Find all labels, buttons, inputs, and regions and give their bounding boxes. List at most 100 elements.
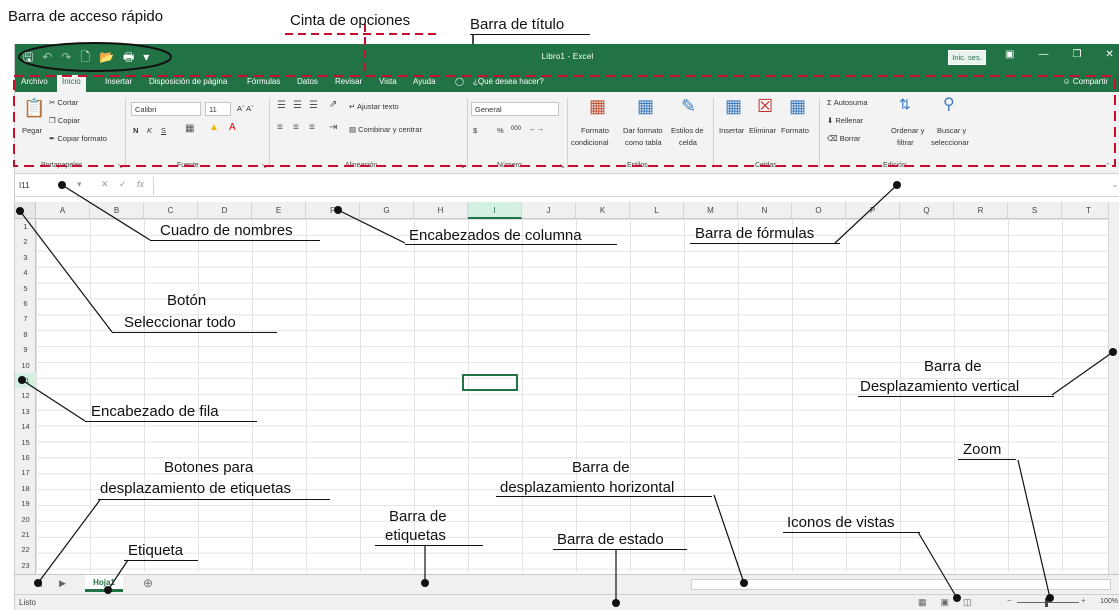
- row-header[interactable]: 15: [15, 435, 36, 450]
- delete-cells-icon[interactable]: ☒: [757, 96, 773, 117]
- borders-icon[interactable]: ▦: [185, 123, 194, 134]
- column-header[interactable]: F: [306, 202, 360, 219]
- font-name-select[interactable]: Calibri: [131, 102, 201, 116]
- dialog-launcher-icon[interactable]: ↘: [559, 162, 565, 170]
- find-select-icon[interactable]: ⚲: [943, 94, 955, 114]
- format-painter-button[interactable]: ✒ Copiar formato: [49, 134, 107, 143]
- formula-input[interactable]: [153, 177, 1108, 195]
- zoom-out-icon[interactable]: −: [1007, 596, 1012, 605]
- cell-styles-line1[interactable]: Estilos de: [671, 126, 704, 135]
- column-header[interactable]: A: [36, 202, 90, 219]
- delete-cells-button[interactable]: Eliminar: [749, 126, 776, 135]
- column-header[interactable]: R: [954, 202, 1008, 219]
- percent-button[interactable]: %: [497, 126, 504, 135]
- restore-icon[interactable]: ❐: [1072, 49, 1081, 60]
- find-select-line1[interactable]: Buscar y: [937, 126, 966, 135]
- tab-archivo[interactable]: Archivo: [21, 77, 48, 86]
- row-header[interactable]: 16: [15, 450, 36, 465]
- row-header[interactable]: 23: [15, 558, 36, 573]
- column-header[interactable]: Q: [900, 202, 954, 219]
- select-all-button[interactable]: [15, 202, 36, 219]
- column-header[interactable]: B: [90, 202, 144, 219]
- zoom-thumb[interactable]: [1045, 598, 1048, 607]
- format-cells-button[interactable]: Formato: [781, 126, 809, 135]
- grow-font-icon[interactable]: Aˆ Aˇ: [237, 104, 254, 113]
- bold-button[interactable]: N: [133, 126, 138, 135]
- align-left-icon[interactable]: ≡: [277, 122, 283, 133]
- currency-button[interactable]: $: [473, 126, 477, 135]
- conditional-format-line1[interactable]: Formato: [581, 126, 609, 135]
- scroll-tabs-right-icon[interactable]: ▶: [59, 578, 66, 589]
- add-sheet-icon[interactable]: ⊕: [143, 576, 153, 590]
- column-header[interactable]: S: [1008, 202, 1062, 219]
- row-header[interactable]: 20: [15, 512, 36, 527]
- italic-button[interactable]: K: [147, 126, 152, 135]
- sheet-tab[interactable]: Hoja1: [85, 575, 123, 592]
- row-header[interactable]: 12: [15, 388, 36, 403]
- page-break-view-icon[interactable]: ◫: [963, 597, 972, 608]
- share-button[interactable]: ☺ Compartir: [1062, 77, 1108, 86]
- indent-icon[interactable]: ⇥: [329, 122, 337, 133]
- tab-vista[interactable]: Vista: [379, 77, 397, 86]
- row-header[interactable]: 19: [15, 496, 36, 511]
- decimal-icon[interactable]: ←→: [529, 124, 544, 133]
- zoom-in-icon[interactable]: +: [1081, 596, 1086, 605]
- minimize-icon[interactable]: —: [1038, 49, 1048, 60]
- conditional-format-line2[interactable]: condicional: [571, 138, 609, 147]
- insert-cells-button[interactable]: Insertar: [719, 126, 744, 135]
- row-header[interactable]: 17: [15, 465, 36, 480]
- wrap-text-button[interactable]: ↵ Ajustar texto: [349, 102, 399, 111]
- format-cells-icon[interactable]: ▦: [789, 96, 806, 117]
- cancel-icon[interactable]: ✕: [101, 179, 109, 190]
- tab-disposicion[interactable]: Disposición de página: [149, 77, 227, 86]
- column-header[interactable]: G: [360, 202, 414, 219]
- row-header[interactable]: 14: [15, 419, 36, 434]
- row-header[interactable]: 22: [15, 542, 36, 557]
- column-header[interactable]: N: [738, 202, 792, 219]
- font-size-select[interactable]: 11: [205, 102, 231, 116]
- align-center-icon[interactable]: ≡: [293, 122, 299, 133]
- insert-function-button[interactable]: fx: [137, 179, 144, 189]
- cut-button[interactable]: ✂ Cortar: [49, 98, 78, 107]
- row-header[interactable]: 21: [15, 527, 36, 542]
- row-header[interactable]: 11: [15, 373, 36, 388]
- tab-insertar[interactable]: Insertar: [105, 77, 132, 86]
- horizontal-scrollbar[interactable]: [691, 579, 1111, 590]
- fill-button[interactable]: ⬇ Rellenar: [827, 116, 863, 125]
- align-top-icon[interactable]: ☰: [277, 100, 286, 111]
- active-cell[interactable]: [462, 374, 518, 391]
- row-header[interactable]: 1: [15, 219, 36, 234]
- sort-filter-line2[interactable]: filtrar: [897, 138, 914, 147]
- thousands-button[interactable]: 000: [511, 126, 521, 132]
- close-icon[interactable]: ✕: [1105, 49, 1113, 60]
- column-header[interactable]: P: [846, 202, 900, 219]
- column-header[interactable]: D: [198, 202, 252, 219]
- column-header[interactable]: I: [468, 202, 522, 219]
- zoom-slider[interactable]: − +: [1007, 596, 1087, 607]
- align-bottom-icon[interactable]: ☰: [309, 100, 318, 111]
- autosum-button[interactable]: Σ Autosuma: [827, 98, 868, 107]
- enter-icon[interactable]: ✓: [119, 179, 127, 190]
- conditional-format-icon[interactable]: ▦: [589, 96, 606, 117]
- orientation-icon[interactable]: ⇗: [329, 99, 337, 110]
- cell-styles-icon[interactable]: ✎: [681, 96, 696, 117]
- dialog-launcher-icon[interactable]: ↘: [117, 162, 123, 170]
- column-header[interactable]: O: [792, 202, 846, 219]
- paste-icon[interactable]: 📋: [23, 98, 45, 119]
- ribbon-display-icon[interactable]: ▣: [1005, 49, 1014, 60]
- sort-filter-line1[interactable]: Ordenar y: [891, 126, 924, 135]
- tell-me-search[interactable]: ¿Qué desea hacer?: [473, 77, 544, 86]
- dialog-launcher-icon[interactable]: ↘: [459, 162, 465, 170]
- name-box[interactable]: I11: [15, 178, 85, 194]
- column-header[interactable]: J: [522, 202, 576, 219]
- column-header[interactable]: K: [576, 202, 630, 219]
- clear-button[interactable]: ⌫ Borrar: [827, 134, 861, 143]
- tab-formulas[interactable]: Fórmulas: [247, 77, 280, 86]
- table-format-line1[interactable]: Dar formato: [623, 126, 663, 135]
- align-right-icon[interactable]: ≡: [309, 122, 315, 133]
- sign-in-button[interactable]: Inic. ses.: [948, 50, 986, 65]
- dialog-launcher-icon[interactable]: ↘: [261, 162, 267, 170]
- row-header[interactable]: 9: [15, 342, 36, 357]
- merge-center-button[interactable]: ▤ Combinar y centrar: [349, 125, 422, 134]
- row-header[interactable]: 4: [15, 265, 36, 280]
